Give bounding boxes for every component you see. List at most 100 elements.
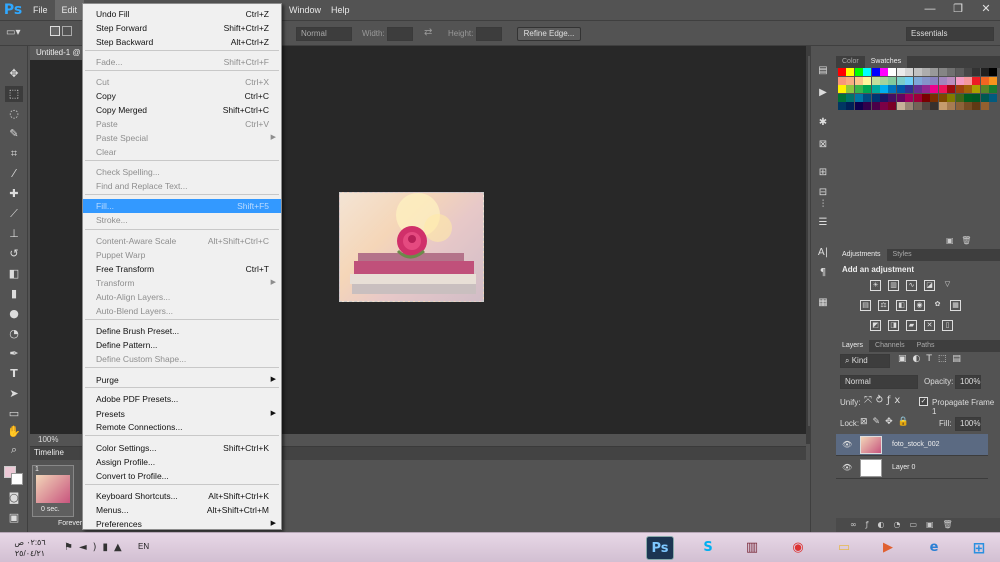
ie-taskbar-icon[interactable]: e bbox=[920, 536, 948, 560]
swatch[interactable] bbox=[922, 93, 930, 102]
swatch[interactable] bbox=[905, 93, 914, 102]
swatch[interactable] bbox=[846, 102, 855, 111]
marquee-tool-icon[interactable]: ⬚ bbox=[5, 86, 23, 102]
swatch[interactable] bbox=[880, 68, 888, 76]
color-balance-icon[interactable]: ⚖ bbox=[878, 300, 889, 311]
gradient-tool-icon[interactable]: ▮ bbox=[5, 286, 23, 302]
swatch[interactable] bbox=[905, 76, 914, 85]
swatch[interactable] bbox=[989, 68, 998, 76]
edit-menu-item[interactable]: Adobe PDF Presets... bbox=[83, 392, 281, 406]
swatch[interactable] bbox=[955, 68, 964, 76]
brush-presets-icon[interactable]: ✱ bbox=[816, 116, 830, 130]
info-icon[interactable]: ⊞ bbox=[816, 166, 830, 180]
swatch[interactable] bbox=[913, 85, 922, 94]
swatch[interactable] bbox=[871, 102, 880, 111]
tab-swatches[interactable]: Swatches bbox=[864, 56, 908, 68]
width-input[interactable] bbox=[387, 27, 413, 41]
edit-menu-item[interactable]: Find and Replace Text... bbox=[83, 179, 281, 193]
swatch[interactable] bbox=[846, 76, 855, 85]
workspace-select[interactable]: Essentials bbox=[906, 27, 994, 41]
swatch[interactable] bbox=[863, 85, 872, 94]
edit-menu-item[interactable]: Transform ▶ bbox=[83, 276, 281, 290]
path-select-tool-icon[interactable]: ➤ bbox=[5, 386, 23, 402]
photo-filter-icon[interactable]: ◉ bbox=[914, 300, 925, 311]
swatch[interactable] bbox=[854, 93, 863, 102]
edit-menu-item[interactable]: Cut Ctrl+X bbox=[83, 75, 281, 89]
blur-tool-icon[interactable]: ● bbox=[5, 306, 23, 322]
edit-menu-item[interactable]: Fade... Shift+Ctrl+F bbox=[83, 55, 281, 69]
delete-swatch-icon[interactable]: 🗑 bbox=[961, 236, 971, 245]
swatch[interactable] bbox=[838, 76, 846, 85]
swatch[interactable] bbox=[930, 76, 939, 85]
swatch[interactable] bbox=[980, 93, 989, 102]
screen-mode-icon[interactable]: ▣ bbox=[5, 510, 23, 526]
posterize-icon[interactable]: ◨ bbox=[888, 320, 899, 331]
swatch[interactable] bbox=[955, 93, 964, 102]
edit-menu-item[interactable]: Auto-Align Layers... bbox=[83, 290, 281, 304]
swatch[interactable] bbox=[888, 93, 897, 102]
layer-row[interactable]: 👁 Layer 0 bbox=[836, 457, 988, 479]
swatch[interactable] bbox=[989, 76, 998, 85]
clone-stamp-tool-icon[interactable]: ⊥ bbox=[5, 226, 23, 242]
explorer-taskbar-icon[interactable]: ▭ bbox=[830, 536, 858, 560]
paragraph-icon[interactable]: ¶ bbox=[816, 266, 830, 280]
brush-tool-icon[interactable]: ⟋ bbox=[5, 206, 23, 222]
swatch[interactable] bbox=[922, 68, 930, 76]
swatch[interactable] bbox=[930, 68, 939, 76]
refine-edge-button[interactable]: Refine Edge... bbox=[517, 27, 581, 41]
swatch[interactable] bbox=[938, 68, 947, 76]
eraser-tool-icon[interactable]: ◧ bbox=[5, 266, 23, 282]
minimize-icon[interactable]: — bbox=[916, 0, 944, 18]
brightness-icon[interactable]: ☀ bbox=[870, 280, 881, 291]
menu-edit[interactable]: Edit bbox=[54, 0, 85, 20]
edit-menu-item[interactable]: Menus... Alt+Shift+Ctrl+M bbox=[83, 503, 281, 517]
swatch[interactable] bbox=[938, 76, 947, 85]
threshold-icon[interactable]: ▰ bbox=[906, 320, 917, 331]
edit-menu-item[interactable]: Step Backward Alt+Ctrl+Z bbox=[83, 35, 281, 49]
hand-tool-icon[interactable]: ✋ bbox=[5, 424, 23, 440]
new-selection-icon[interactable] bbox=[50, 26, 60, 36]
shape-tool-icon[interactable]: ▭ bbox=[5, 406, 23, 422]
swatch[interactable] bbox=[964, 76, 972, 85]
winrar-taskbar-icon[interactable]: ▥ bbox=[738, 536, 766, 560]
edit-menu-item[interactable]: Undo Fill Ctrl+Z bbox=[83, 7, 281, 21]
gradient-map-icon[interactable]: ▯ bbox=[942, 320, 953, 331]
swatch[interactable] bbox=[938, 102, 947, 111]
eyedropper-tool-icon[interactable]: ⁄ bbox=[5, 166, 23, 182]
swatch[interactable] bbox=[838, 93, 846, 102]
lasso-tool-icon[interactable]: ◌ bbox=[5, 106, 23, 122]
swatch[interactable] bbox=[964, 93, 972, 102]
swatch[interactable] bbox=[854, 102, 863, 111]
hue-saturation-icon[interactable]: ▤ bbox=[860, 300, 871, 311]
actions-icon[interactable]: ▶ bbox=[816, 86, 830, 100]
swatch[interactable] bbox=[896, 85, 905, 94]
edit-menu-item[interactable]: Fill... Shift+F5 bbox=[83, 199, 281, 213]
swatch[interactable] bbox=[880, 76, 888, 85]
edit-menu-item[interactable]: Color Settings... Shift+Ctrl+K bbox=[83, 441, 281, 455]
swatch[interactable] bbox=[880, 102, 888, 111]
curves-icon[interactable]: ∿ bbox=[906, 280, 917, 291]
media-player-taskbar-icon[interactable]: ▶ bbox=[874, 536, 902, 560]
swatch[interactable] bbox=[846, 93, 855, 102]
background-color-swatch[interactable] bbox=[11, 473, 23, 485]
swatch[interactable] bbox=[896, 93, 905, 102]
close-icon[interactable]: ✕ bbox=[972, 0, 1000, 18]
swatch[interactable] bbox=[854, 85, 863, 94]
layer-kind-filter[interactable]: ⌕ Kind bbox=[840, 354, 890, 368]
swatch[interactable] bbox=[913, 68, 922, 76]
swatch[interactable] bbox=[871, 93, 880, 102]
swatch[interactable] bbox=[947, 68, 956, 76]
visibility-eye-icon[interactable]: 👁 bbox=[842, 434, 852, 456]
chrome-taskbar-icon[interactable]: ◉ bbox=[784, 536, 812, 560]
tab-styles[interactable]: Styles bbox=[887, 249, 918, 261]
swatch[interactable] bbox=[913, 102, 922, 111]
swatch[interactable] bbox=[905, 68, 914, 76]
swatch[interactable] bbox=[846, 85, 855, 94]
edit-menu-item[interactable]: Check Spelling... bbox=[83, 165, 281, 179]
swatch[interactable] bbox=[972, 85, 981, 94]
opacity-input[interactable]: 100% bbox=[955, 375, 981, 389]
style-select[interactable]: Normal bbox=[296, 27, 352, 41]
unify-icons[interactable]: ⤧⥁ƒx bbox=[864, 395, 904, 406]
marquee-tool-preset-icon[interactable]: ▭▾ bbox=[6, 27, 34, 41]
menu-file[interactable]: File bbox=[26, 0, 55, 20]
